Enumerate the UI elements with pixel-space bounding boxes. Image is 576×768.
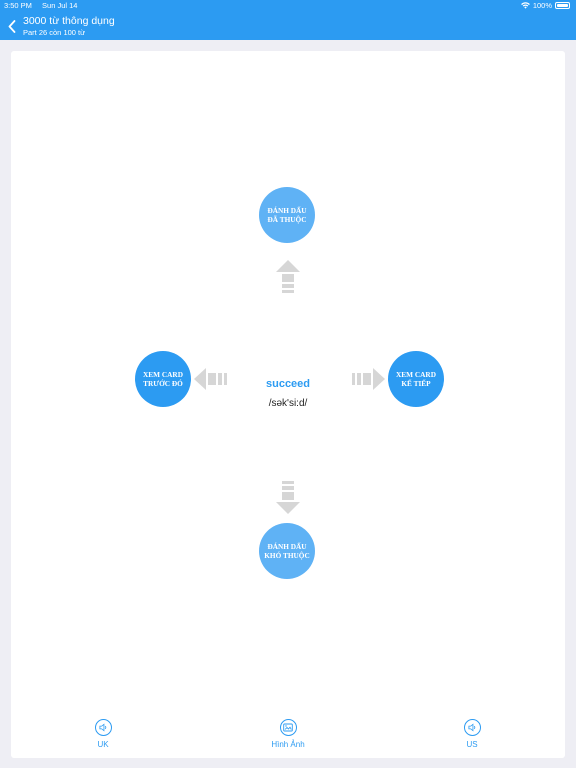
image-label: Hình Ảnh	[271, 740, 305, 749]
chevron-left-icon	[8, 19, 16, 33]
battery-icon	[555, 2, 570, 9]
status-bar-left: 3:50 PM Sun Jul 14	[4, 1, 85, 10]
arrow-down-icon	[276, 481, 300, 514]
previous-card-button[interactable]: XEM CARD TRƯỚC ĐÓ	[135, 351, 191, 407]
previous-card-line2: TRƯỚC ĐÓ	[143, 379, 183, 388]
us-audio-button[interactable]: US	[442, 719, 502, 755]
back-button[interactable]	[4, 14, 20, 38]
image-button[interactable]: Hình Ảnh	[258, 719, 318, 755]
mark-hard-line1: ĐÁNH DẤU	[267, 541, 307, 551]
mark-learned-line1: ĐÁNH DẤU	[267, 205, 307, 215]
previous-card-line1: XEM CARD	[143, 369, 183, 379]
next-card-button[interactable]: XEM CARD KẾ TIẾP	[388, 351, 444, 407]
status-time: 3:50 PM	[4, 1, 32, 10]
status-date: Sun Jul 14	[42, 1, 78, 10]
vocab-word: succeed	[265, 378, 311, 390]
image-icon	[279, 719, 297, 736]
flashcard[interactable]: ĐÁNH DẤU ĐÃ THUỘC XEM CARD TRƯỚC ĐÓ succ…	[11, 51, 565, 758]
page-subtitle: Part 26 còn 100 từ	[23, 28, 86, 37]
status-bar-right: 100%	[520, 1, 570, 10]
us-audio-label: US	[466, 740, 478, 749]
battery-percent: 100%	[532, 1, 552, 10]
uk-audio-button[interactable]: UK	[73, 719, 133, 755]
vocab-ipa: /sək'si:d/	[268, 398, 308, 409]
speaker-icon	[463, 719, 481, 736]
mark-learned-button[interactable]: ĐÁNH DẤU ĐÃ THUỘC	[259, 187, 315, 243]
next-card-line2: KẾ TIẾP	[401, 379, 431, 388]
app-header: 3:50 PM Sun Jul 14 100% 3000 từ thông dụ…	[0, 0, 576, 40]
arrow-up-icon	[276, 260, 300, 293]
mark-hard-button[interactable]: ĐÁNH DẤU KHÓ THUỘC	[259, 523, 315, 579]
speaker-icon	[94, 719, 112, 736]
arrow-left-icon	[194, 368, 227, 390]
uk-audio-label: UK	[97, 740, 109, 749]
next-card-line1: XEM CARD	[396, 369, 436, 379]
wifi-icon	[520, 2, 530, 9]
mark-hard-line2: KHÓ THUỘC	[264, 551, 310, 560]
page-title: 3000 từ thông dụng	[23, 15, 115, 27]
mark-learned-line2: ĐÃ THUỘC	[267, 215, 307, 224]
arrow-right-icon	[352, 368, 385, 390]
